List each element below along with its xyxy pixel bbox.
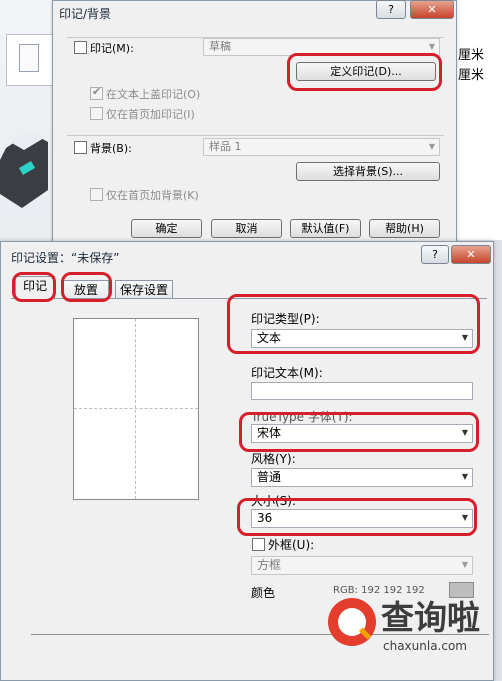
stamp-preview	[73, 318, 199, 500]
chevron-down-icon: ▼	[461, 428, 468, 437]
style-select[interactable]: 普通 ▼	[251, 468, 473, 487]
default-button[interactable]: 默认值(F)	[290, 219, 361, 238]
tab-save-settings[interactable]: 保存设置	[115, 280, 173, 298]
background-checkbox-label: 背景(B):	[90, 142, 132, 155]
close-button[interactable]: ✕	[410, 0, 454, 19]
printer-icon	[0, 130, 48, 208]
unit-label: 厘米	[458, 48, 485, 63]
unit-label: 厘米	[458, 68, 485, 83]
help-bottom-button[interactable]: 帮助(H)	[369, 219, 440, 238]
background-first-page-label: 仅在首页加背景(K)	[106, 189, 199, 202]
highlight-box	[12, 272, 56, 302]
preview-guide-horizontal	[74, 408, 198, 409]
stamp-text-label: 印记文本(M):	[251, 366, 323, 380]
font-select[interactable]: 宋体 ▼	[251, 424, 473, 443]
stamp-select-value: 草稿	[209, 40, 231, 53]
close-button[interactable]: ✕	[451, 245, 491, 264]
style-label: 风格(Y):	[251, 452, 296, 466]
stamp-type-label: 印记类型(P):	[251, 312, 320, 326]
cancel-button[interactable]: 取消	[211, 219, 282, 238]
frame-value: 方框	[257, 558, 282, 572]
stamp-checkbox-label: 印记(M):	[90, 42, 134, 55]
chevron-down-icon: ▼	[461, 333, 468, 342]
stamp-on-text-label: 在文本上盖印记(O)	[106, 88, 201, 101]
page-thumbnail-icon	[19, 44, 39, 72]
frame-label: 外框(U):	[268, 538, 315, 552]
stamp-on-text-checkbox[interactable]: ✔	[90, 85, 103, 100]
preview-guide-vertical	[135, 319, 136, 499]
help-button[interactable]: ?	[376, 0, 406, 19]
style-value: 普通	[257, 470, 282, 484]
frame-select: 方框 ▼	[251, 556, 473, 575]
size-value: 36	[257, 511, 273, 525]
chevron-down-icon: ▼	[461, 472, 468, 481]
stamp-type-value: 文本	[257, 331, 282, 345]
dialog-title: 印记/背景	[59, 7, 112, 21]
background-checkbox[interactable]	[74, 141, 87, 154]
size-select[interactable]: 36 ▼	[251, 509, 473, 528]
choose-background-button[interactable]: 选择背景(S)...	[296, 162, 440, 181]
ok-button[interactable]: 确定	[131, 219, 202, 238]
background-first-page-checkbox[interactable]	[90, 188, 103, 201]
dialog-title: 印记设置：“未保存”	[11, 251, 120, 265]
chevron-down-icon: ▼	[461, 513, 468, 522]
help-button[interactable]: ?	[421, 245, 449, 264]
background-select-value: 样品 1	[209, 140, 242, 153]
watermark-logo-url: chaxunla.com	[383, 639, 467, 653]
background-right-panel	[455, 0, 502, 240]
background-select: 样品 1 ▼	[203, 138, 440, 156]
chevron-down-icon: ▼	[428, 142, 435, 151]
watermark-background-dialog: 印记/背景 ? ✕ 印记(M): 草稿 ▼ 定义印记(D)... ✔ 在文本上盖…	[52, 0, 457, 242]
stamp-type-select[interactable]: 文本 ▼	[251, 329, 473, 348]
stamp-first-page-label: 仅在首页加印记(I)	[106, 108, 195, 121]
highlight-box	[287, 53, 442, 91]
font-value: 宋体	[257, 426, 282, 440]
color-label: 颜色	[251, 586, 276, 600]
stamp-text-input[interactable]	[251, 382, 473, 400]
highlight-box	[61, 272, 112, 302]
watermark-logo-text: 查询啦	[381, 598, 480, 637]
stamp-first-page-checkbox[interactable]	[90, 107, 103, 120]
chevron-down-icon: ▼	[461, 560, 468, 569]
background-group-line	[67, 135, 444, 136]
frame-checkbox[interactable]	[252, 538, 265, 551]
stamp-checkbox[interactable]	[74, 41, 87, 54]
